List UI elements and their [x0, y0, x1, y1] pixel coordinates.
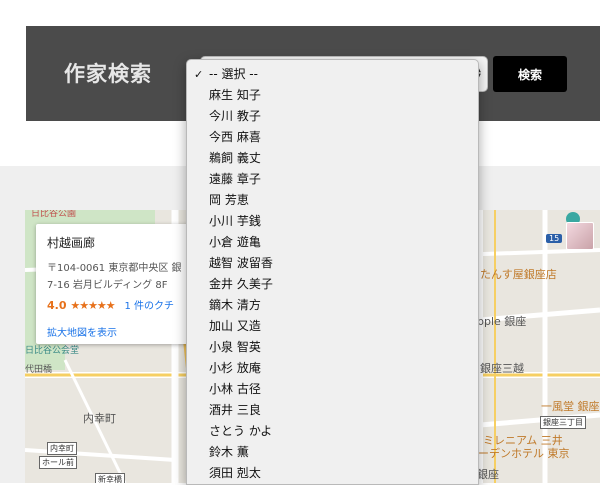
label-daimyo: 代田橋 — [25, 365, 53, 375]
option-label: 小泉 智英 — [209, 340, 261, 354]
label-ginza-mitsukoshi: 銀座三越 — [480, 362, 524, 375]
option-label: 加山 又造 — [209, 319, 261, 333]
option-label: 小川 芋銭 — [209, 214, 261, 228]
option-label: 麻生 知子 — [209, 88, 261, 102]
artist-option[interactable]: 越智 波留香 — [187, 253, 478, 274]
option-label: 今西 麻喜 — [209, 130, 261, 144]
artist-option[interactable]: 小杉 放庵 — [187, 358, 478, 379]
artist-option[interactable]: 小林 古径 — [187, 379, 478, 400]
route-badge: 15 — [546, 234, 563, 243]
artist-option[interactable]: 鵜飼 義丈 — [187, 148, 478, 169]
artist-option[interactable]: 今川 教子 — [187, 106, 478, 127]
artist-option[interactable]: 金井 久美子 — [187, 274, 478, 295]
option-label: 小林 古径 — [209, 382, 261, 396]
option-label: 越智 波留香 — [209, 256, 273, 270]
search-button[interactable]: 検索 — [493, 56, 567, 92]
option-label: さとう かよ — [209, 424, 273, 438]
place-name: 村越画廊 — [47, 236, 96, 250]
place-rating: 4.0 ★★★★★ 1 件のクチ — [47, 297, 174, 312]
artist-option[interactable]: 小川 芋銭 — [187, 211, 478, 232]
option-label: 岡 芳恵 — [209, 193, 249, 207]
artist-option[interactable]: 遠藤 章子 — [187, 169, 478, 190]
label-apple-ginza: pple 銀座 — [477, 315, 527, 328]
label-ginza-bottom: 銀座 — [477, 468, 499, 481]
option-label: 酒井 三良 — [209, 403, 261, 417]
artist-option[interactable]: 須田 剋太 — [187, 463, 478, 484]
artist-option[interactable]: 鏑木 清方 — [187, 295, 478, 316]
option-label: 遠藤 章子 — [209, 172, 261, 186]
station-ginza-3chome: 銀座三丁目 — [540, 416, 586, 429]
option-label: 今川 教子 — [209, 109, 261, 123]
option-label: 須田 剋太 — [209, 466, 261, 480]
artist-dropdown-list[interactable]: ✓ -- 選択 -- 麻生 知子今川 教子今西 麻喜鵜飼 義丈遠藤 章子岡 芳恵小川… — [186, 59, 479, 485]
label-hibiya-hall: 日比谷公会堂 — [25, 346, 80, 356]
artist-option[interactable]: 今西 麻喜 — [187, 127, 478, 148]
check-icon: ✓ — [194, 68, 204, 81]
rating-value: 4.0 — [47, 299, 67, 312]
label-millennium-2: ーデンホテル 東京 — [478, 447, 570, 460]
station-hall-mae: ホール前 — [39, 456, 77, 469]
option-placeholder[interactable]: ✓ -- 選択 -- — [187, 64, 478, 85]
artist-option[interactable]: 小泉 智英 — [187, 337, 478, 358]
dropdown-scrollbar[interactable] — [473, 68, 476, 318]
station-shinkobashi: 新幸橋 — [95, 473, 125, 483]
avatar[interactable] — [566, 222, 594, 250]
view-larger-map-link[interactable]: 拡大地図を表示 — [47, 324, 117, 339]
artist-option[interactable]: 小倉 遊亀 — [187, 232, 478, 253]
artist-option[interactable]: 加山 又造 — [187, 316, 478, 337]
option-label: 小杉 放庵 — [209, 361, 261, 375]
option-label: 小倉 遊亀 — [209, 235, 261, 249]
station-uchisaiwaicho: 内幸町 — [47, 442, 77, 455]
search-title: 作家検索 — [64, 62, 152, 86]
option-label: 鈴木 薫 — [209, 445, 249, 459]
reviews-link[interactable]: 1 件のクチ — [125, 301, 175, 312]
star-icons: ★★★★★ — [70, 299, 115, 312]
option-label: 鵜飼 義丈 — [209, 151, 261, 165]
option-label: -- 選択 -- — [209, 67, 258, 81]
artist-option[interactable]: さとう かよ — [187, 421, 478, 442]
artist-option[interactable]: 鈴木 薫 — [187, 442, 478, 463]
artist-option[interactable]: 岡 芳恵 — [187, 190, 478, 211]
option-label: 鏑木 清方 — [209, 298, 261, 312]
label-uchisaiwai: 内幸町 — [83, 412, 116, 425]
artist-option[interactable]: 麻生 知子 — [187, 85, 478, 106]
label-hibiya-park: 日比谷公園 — [31, 210, 77, 219]
option-label: 金井 久美子 — [209, 277, 273, 291]
label-ippudo: 一風堂 銀座 — [541, 400, 600, 413]
top-band — [0, 0, 600, 26]
artist-option[interactable]: 酒井 三良 — [187, 400, 478, 421]
label-tansu-ya: たんす屋銀座店 — [480, 268, 557, 281]
